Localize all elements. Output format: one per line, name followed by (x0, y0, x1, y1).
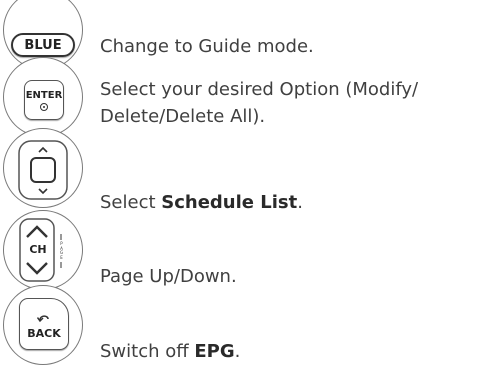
step-2-text: Select your desired Option (Modify/ Dele… (100, 76, 418, 130)
step-5-bold: EPG (194, 341, 235, 362)
back-button: BACK (19, 298, 69, 350)
step-3-text: Select Schedule List. (100, 189, 303, 216)
blue-button-label: BLUE (24, 37, 62, 53)
step-5-suffix: . (234, 341, 241, 362)
step-2-line-2: Delete/Delete All). (100, 106, 266, 127)
ch-button-label: CH (29, 243, 47, 256)
step-4-text: Page Up/Down. (100, 263, 237, 290)
back-arrow-icon (36, 315, 49, 323)
nav-step-circle (3, 128, 83, 208)
enter-step-circle: ENTER (3, 57, 83, 137)
ch-step-circle: CH P A G E (3, 210, 83, 290)
step-1-label: Change to Guide mode. (100, 36, 314, 57)
step-5-prefix: Switch off (100, 341, 195, 362)
step-5-text: Switch off EPG. (100, 338, 240, 365)
nav-pad-icon (18, 140, 68, 200)
step-2-line-1: Select your desired Option (Modify/ (100, 79, 419, 100)
back-button-label: BACK (27, 327, 61, 340)
step-1-text: Change to Guide mode. (100, 33, 314, 60)
enter-dot-icon (40, 103, 48, 111)
step-4-label: Page Up/Down. (100, 266, 237, 287)
page-side-label: P A G E (59, 241, 64, 260)
step-3-bold: Schedule List (161, 192, 298, 213)
enter-button: ENTER (24, 80, 64, 120)
back-step-circle: BACK (3, 285, 83, 365)
step-3-suffix: . (297, 192, 303, 213)
enter-button-label: ENTER (25, 90, 63, 101)
step-3-prefix: Select (100, 192, 162, 213)
blue-button: BLUE (11, 33, 75, 57)
